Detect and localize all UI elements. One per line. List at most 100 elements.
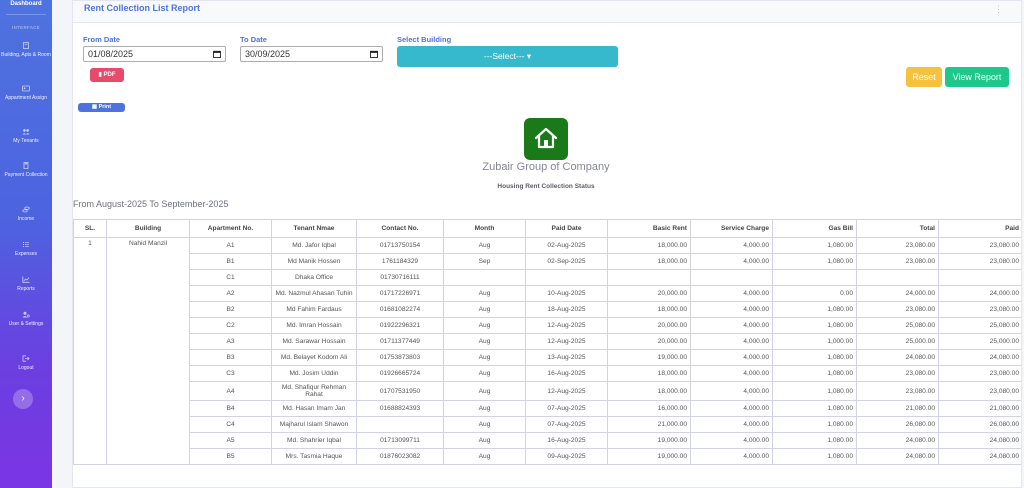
table-row: A5 Md. Shahrier Iqbal 01713099711 Aug 16-Aug…	[74, 432, 1021, 449]
paid-date-cell: 07-Aug-2025	[525, 400, 608, 417]
service-cell: 4,000.00	[690, 237, 773, 254]
to-date-label: To Date	[240, 35, 267, 44]
contact-cell: 01876023082	[356, 448, 444, 465]
service-cell: 4,000.00	[690, 416, 773, 433]
total-cell: 24,080.00	[856, 349, 939, 366]
sl-cell: 1	[73, 237, 107, 465]
paid-cell: 24,000.00	[938, 285, 1021, 302]
total-cell: 24,080.00	[856, 432, 939, 449]
apt-cell: B1	[189, 253, 272, 270]
contact-cell: 01681082274	[356, 301, 444, 318]
table-row: 1 Nahid Manzil A1 Md. Jafor Iqbal 0171375015…	[73, 237, 1021, 465]
paid-cell: 23,080.00	[938, 365, 1021, 382]
contact-cell: 1761184329	[356, 253, 444, 270]
apt-cell: C1	[189, 269, 272, 286]
table-row: B4 Md. Hasan Imam Jan 01688824393 Aug 07-Aug…	[74, 400, 1021, 417]
rent-collection-table: SL. Building Apartment No. Tenant Nmae C…	[73, 219, 1021, 465]
logout-icon	[22, 355, 30, 362]
calendar-icon[interactable]	[213, 50, 221, 58]
total-cell	[856, 269, 939, 286]
more-menu-icon[interactable]: ⋮	[994, 4, 1003, 15]
contact-cell: 01926665724	[356, 365, 444, 382]
apt-cell: C2	[189, 317, 272, 334]
sidebar-item-payment-collection[interactable]: Payment Collection	[0, 162, 52, 179]
service-cell: 4,000.00	[690, 432, 773, 449]
sidebar-item-expenses[interactable]: Expenses	[0, 241, 52, 258]
tenant-cell: Md. Nazmul Ahasan Tuhin	[271, 285, 357, 302]
sidebar-item-label: Logout	[18, 365, 34, 371]
print-button-label: Print	[98, 104, 112, 110]
printer-icon: ▦	[91, 104, 99, 110]
paid-cell	[938, 269, 1021, 286]
user-cog-icon	[22, 311, 30, 318]
contact-cell: 01922296321	[356, 317, 444, 334]
gas-cell: 1,080.00	[772, 448, 857, 465]
basic-cell: 16,000.00	[607, 400, 691, 417]
gas-cell: 1,080.00	[772, 381, 857, 401]
total-cell: 24,000.00	[856, 285, 939, 302]
calendar-icon[interactable]	[370, 50, 378, 58]
basic-cell	[607, 269, 691, 286]
sidebar-brand[interactable]: Dashboard	[0, 0, 52, 8]
from-date-input[interactable]: 01/08/2025	[83, 46, 226, 62]
contact-cell: 01753873803	[356, 349, 444, 366]
basic-cell: 18,000.00	[607, 253, 691, 270]
tenant-cell: Mrs. Tasmia Haque	[271, 448, 357, 465]
chart-icon	[22, 276, 30, 283]
month-cell	[443, 269, 526, 286]
contact-cell: 01730716111	[356, 269, 444, 286]
reset-button[interactable]: Reset	[906, 67, 942, 87]
column-header: Apartment No.	[189, 219, 272, 238]
paid-cell: 24,080.00	[938, 349, 1021, 366]
paid-date-cell: 02-Aug-2025	[525, 237, 608, 254]
basic-cell: 18,000.00	[607, 381, 691, 401]
total-cell: 23,080.00	[856, 301, 939, 318]
month-cell: Aug	[443, 333, 526, 350]
basic-cell: 20,000.00	[607, 333, 691, 350]
report-card: Rent Collection List Report ⋮ From Date …	[72, 0, 1022, 488]
month-cell: Aug	[443, 416, 526, 433]
sidebar-item-building[interactable]: Building, Apts & Room	[0, 42, 52, 59]
month-cell: Sep	[443, 253, 526, 270]
tenant-cell: Md Manik Hossen	[271, 253, 357, 270]
sidebar-item-logout[interactable]: Logout	[0, 355, 52, 372]
paid-cell: 25,000.00	[938, 333, 1021, 350]
column-header: Gas Bill	[772, 219, 857, 238]
pdf-button[interactable]: ▮ PDF	[90, 68, 124, 82]
sidebar-item-income[interactable]: Income	[0, 206, 52, 223]
service-cell: 4,000.00	[690, 333, 773, 350]
contact-cell	[356, 416, 444, 433]
sidebar-divider	[6, 14, 46, 15]
paid-date-cell: 10-Aug-2025	[525, 285, 608, 302]
card-header: Rent Collection List Report ⋮	[73, 1, 1021, 23]
building-cell: Nahid Manzil	[106, 237, 190, 465]
sidebar-toggle-button[interactable]: ›	[13, 389, 33, 409]
paid-cell: 23,080.00	[938, 253, 1021, 270]
service-cell: 4,000.00	[690, 253, 773, 270]
list-icon	[22, 241, 30, 248]
sidebar-item-reports[interactable]: Reports	[0, 276, 52, 293]
month-cell: Aug	[443, 432, 526, 449]
print-button[interactable]: ▦ Print	[78, 103, 125, 112]
building-icon	[22, 42, 30, 49]
table-row: B5 Mrs. Tasmia Haque 01876023082 Aug 09-Aug-…	[74, 448, 1021, 465]
view-report-button[interactable]: View Report	[945, 67, 1009, 87]
basic-cell: 20,000.00	[607, 285, 691, 302]
building-select[interactable]: ---Select--- ▾	[397, 46, 618, 67]
month-cell: Aug	[443, 301, 526, 318]
gas-cell: 0.00	[772, 285, 857, 302]
to-date-input[interactable]: 30/09/2025	[240, 46, 383, 62]
apt-cell: A3	[189, 333, 272, 350]
apt-cell: B2	[189, 301, 272, 318]
table-row: B1 Md Manik Hossen 1761184329 Sep 02-Sep-202…	[74, 253, 1021, 270]
to-date-value: 30/09/2025	[245, 49, 291, 59]
column-header: Building	[106, 219, 190, 238]
tenant-cell: Md. Belayet Kodom Ali	[271, 349, 357, 366]
basic-cell: 18,000.00	[607, 301, 691, 318]
sidebar-item-my-tenants[interactable]: My Tenants	[0, 128, 52, 145]
sidebar-item-appartment-assign[interactable]: Appartment Assign	[0, 85, 52, 102]
sidebar-item-label: Income	[17, 216, 35, 222]
gas-cell: 1,080.00	[772, 237, 857, 254]
sidebar-item-user-settings[interactable]: User & Settings	[0, 311, 52, 328]
page-title: Rent Collection List Report	[84, 3, 201, 13]
